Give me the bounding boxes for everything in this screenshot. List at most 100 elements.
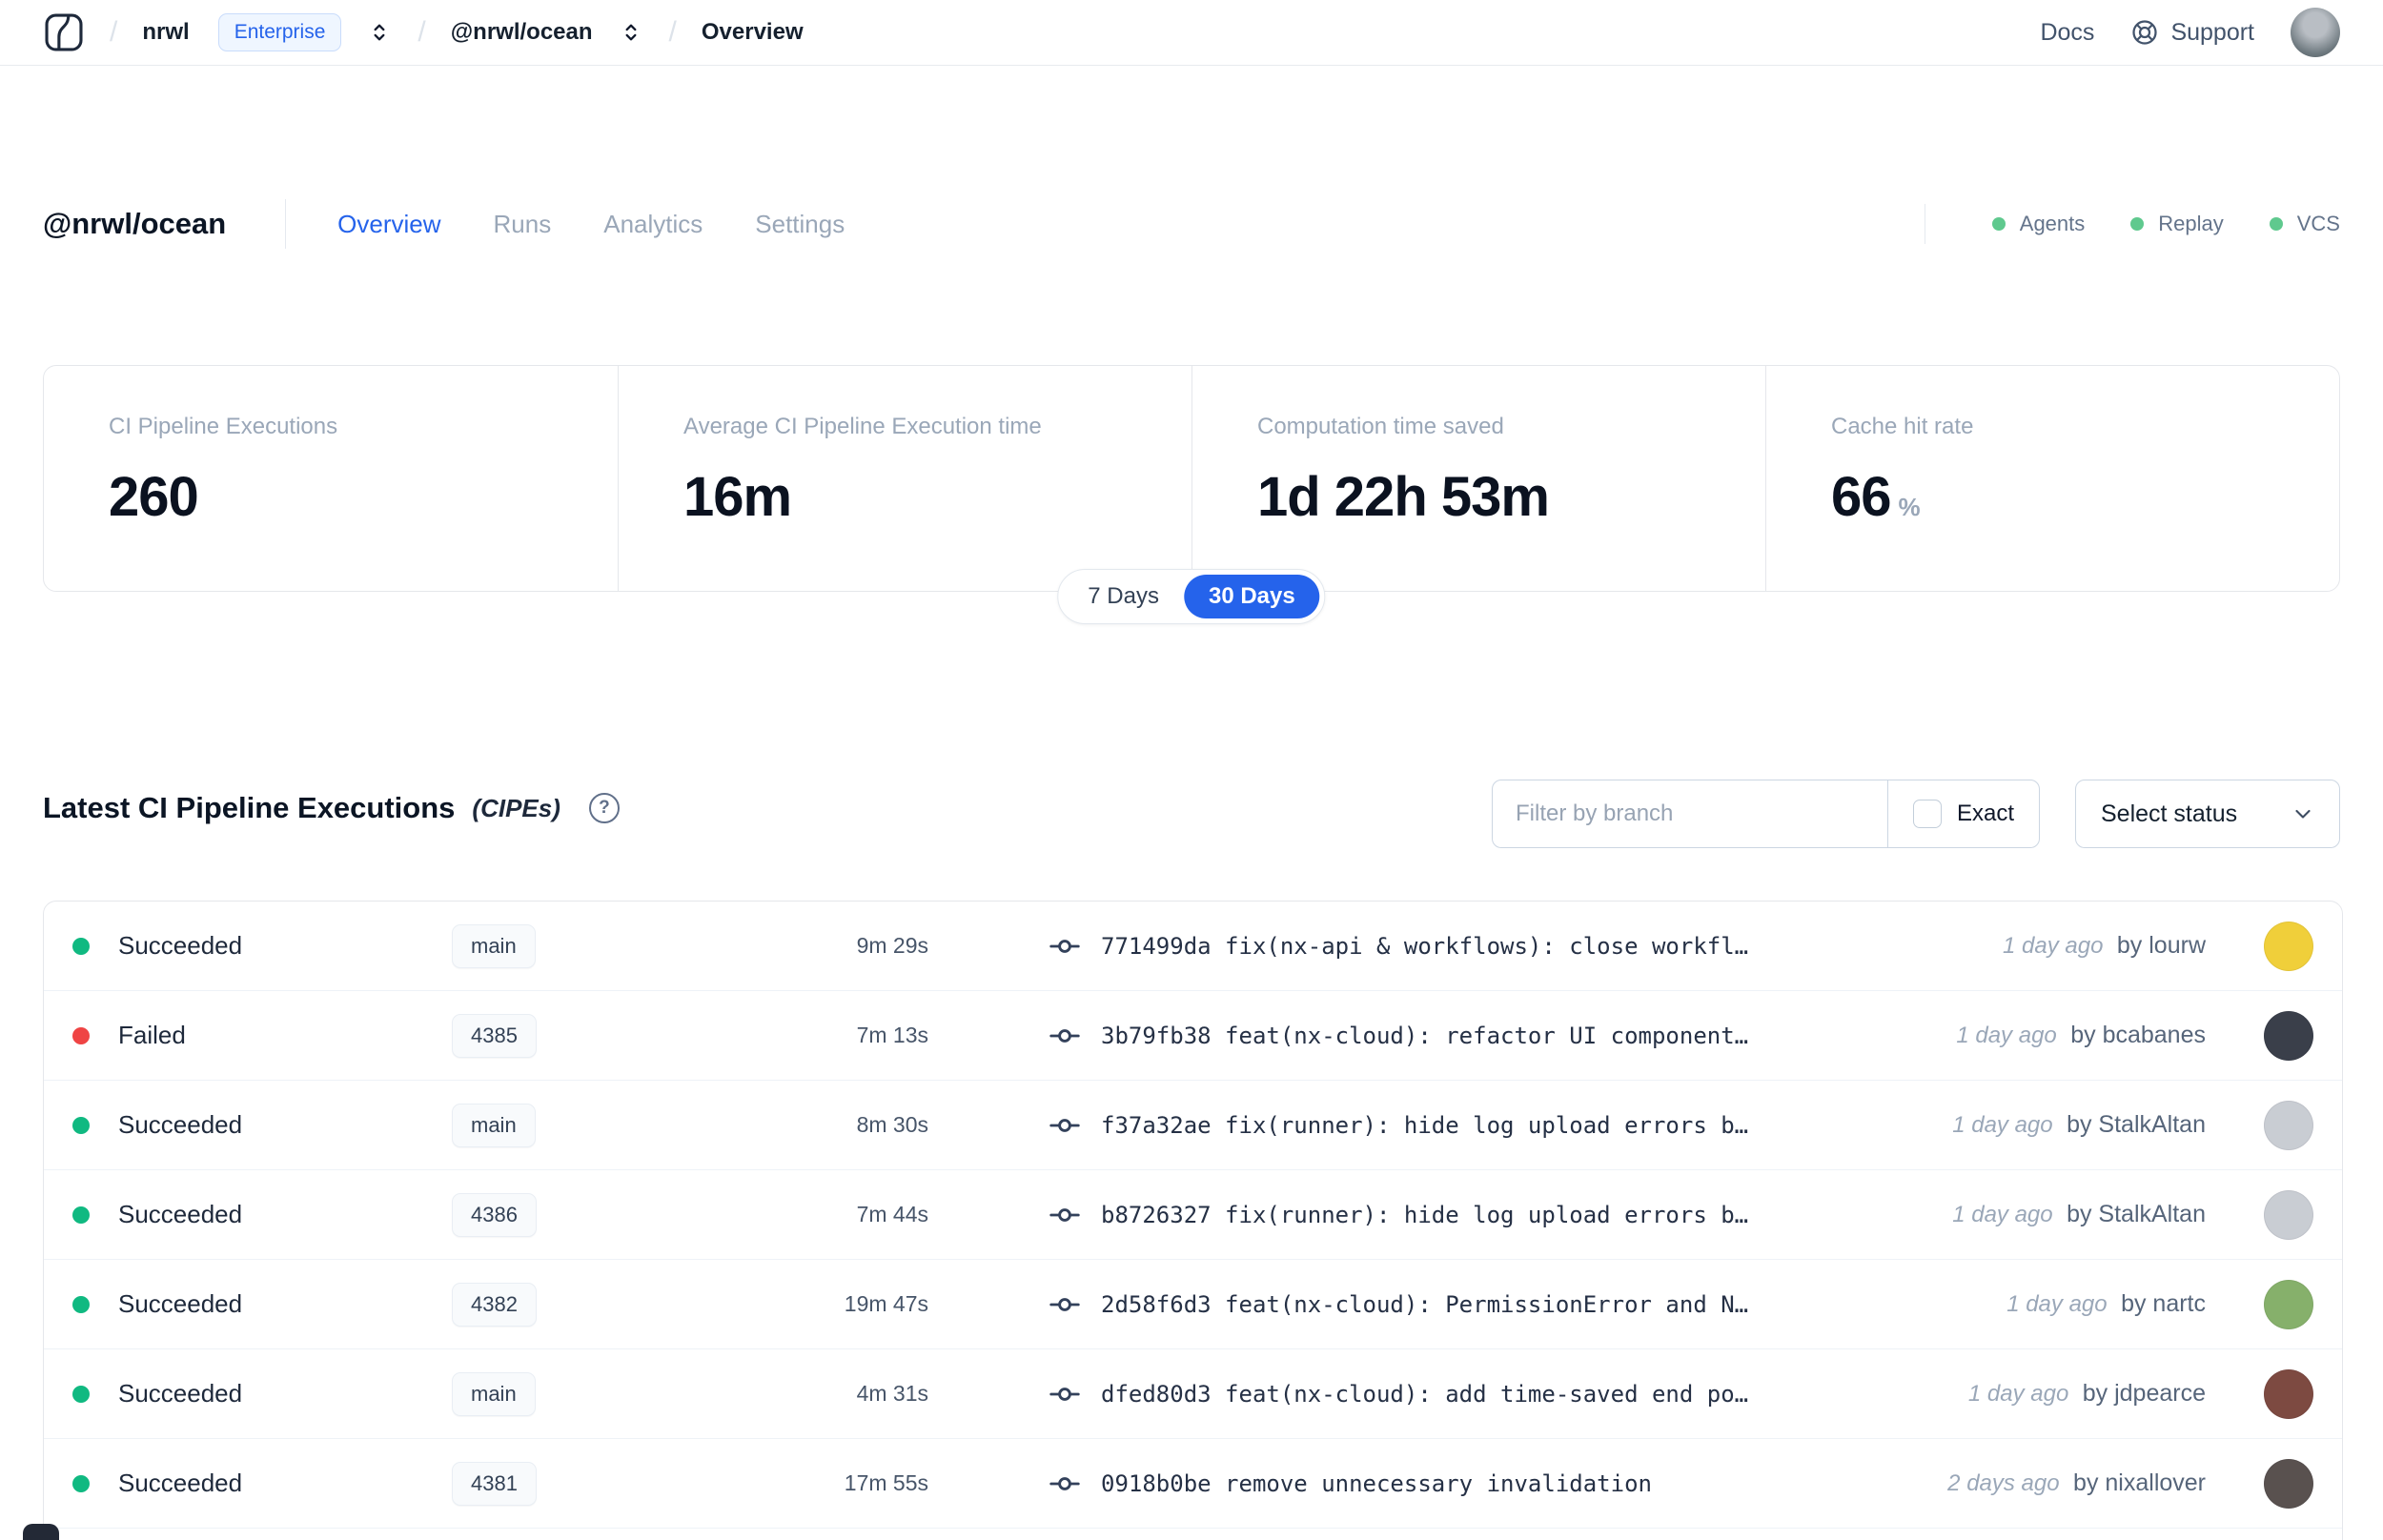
row-status: Succeeded (118, 1289, 243, 1318)
branch-chip[interactable]: 4381 (452, 1461, 537, 1506)
author: by jdpearce (2082, 1380, 2206, 1407)
workspace-header: @nrwl/ocean Overview Runs Analytics Sett… (43, 186, 2340, 262)
branch-chip[interactable]: 4382 (452, 1282, 537, 1327)
indicator-vcs[interactable]: VCS (2269, 212, 2340, 236)
author-avatar[interactable] (2264, 1010, 2313, 1061)
row-meta: 1 day ago by StalkAltan (1952, 1111, 2206, 1139)
row-commit[interactable]: f37a32ae fix(runner): hide log upload er… (928, 1108, 1952, 1143)
breadcrumb-separator: / (668, 16, 677, 48)
stat-value: 260 (109, 466, 199, 528)
row-duration: 8m 30s (856, 1112, 928, 1137)
tab-settings[interactable]: Settings (755, 210, 845, 239)
row-duration: 9m 29s (856, 933, 928, 958)
status-dot (72, 1385, 90, 1403)
table-row[interactable]: Succeeded main 8m 30s f37a32ae fix(runne… (44, 1081, 2342, 1170)
indicator-replay[interactable]: Replay (2130, 212, 2224, 236)
author-avatar[interactable] (2264, 1189, 2313, 1240)
branch-chip[interactable]: main (452, 923, 536, 968)
service-status-indicators: Agents Replay VCS (1924, 204, 2340, 244)
git-commit-icon (1049, 1207, 1080, 1222)
git-commit-icon (1049, 1028, 1080, 1043)
row-meta: 2 days ago by nixallover (1947, 1469, 2206, 1497)
chevron-down-icon (2295, 809, 2311, 819)
workspace-tabs: Overview Runs Analytics Settings (337, 210, 845, 239)
row-duration: 4m 31s (856, 1381, 928, 1406)
table-row[interactable]: Succeeded 4382 19m 47s 2d58f6d3 feat(nx-… (44, 1260, 2342, 1349)
author-avatar[interactable] (2264, 1279, 2313, 1329)
author-avatar[interactable] (2264, 1368, 2313, 1419)
row-commit[interactable]: b8726327 fix(runner): hide log upload er… (928, 1198, 1952, 1232)
author-avatar[interactable] (2264, 1100, 2313, 1150)
stats-cards: CI Pipeline Executions 260 Average CI Pi… (43, 365, 2340, 592)
time-ago: 1 day ago (1967, 1381, 2069, 1407)
docs-link[interactable]: Docs (2040, 19, 2094, 47)
branch-filter-input[interactable] (1493, 780, 1887, 847)
indicator-agents[interactable]: Agents (1991, 212, 2085, 236)
row-commit[interactable]: 771499da fix(nx-api & workflows): close … (928, 929, 2003, 963)
green-status-dot (2130, 217, 2145, 231)
green-status-dot (1991, 217, 2006, 231)
row-commit[interactable]: 0918b0be remove unnecessary invalidation (928, 1467, 1947, 1501)
author-avatar[interactable] (2264, 921, 2313, 971)
time-ago: 1 day ago (1952, 1202, 2053, 1227)
support-link[interactable]: Support (2130, 18, 2254, 47)
table-row[interactable]: Failed 4385 7m 13s 3b79fb38 feat(nx-clou… (44, 991, 2342, 1081)
git-commit-icon (1049, 939, 1080, 953)
table-row[interactable]: Succeeded main 4m 31s dfed80d3 feat(nx-c… (44, 1349, 2342, 1439)
commit-message: 3b79fb38 feat(nx-cloud): refactor UI com… (1101, 1022, 1749, 1049)
table-row[interactable]: Succeeded 4386 7m 44s b8726327 fix(runne… (44, 1170, 2342, 1260)
time-ago: 1 day ago (2006, 1291, 2108, 1317)
top-navbar: / nrwl Enterprise / @nrwl/ocean / Overvi… (0, 0, 2383, 66)
row-meta: 1 day ago by bcabanes (1956, 1022, 2206, 1049)
tab-runs[interactable]: Runs (494, 210, 552, 239)
row-status: Succeeded (118, 1200, 243, 1228)
page-title: @nrwl/ocean (43, 207, 227, 240)
tab-analytics[interactable]: Analytics (603, 210, 703, 239)
tab-overview[interactable]: Overview (337, 210, 440, 239)
row-meta: 1 day ago by nartc (2006, 1290, 2206, 1318)
support-label: Support (2170, 18, 2254, 46)
row-commit[interactable]: dfed80d3 feat(nx-cloud): add time-saved … (928, 1377, 1968, 1411)
git-commit-icon (1049, 1476, 1080, 1490)
stat-label: Average CI Pipeline Execution time (683, 414, 1042, 439)
exact-checkbox[interactable] (1912, 800, 1942, 828)
stat-value: 16m (683, 466, 792, 528)
branch-chip[interactable]: 4385 (452, 1013, 537, 1058)
nx-cloud-overview-page: / nrwl Enterprise / @nrwl/ocean / Overvi… (0, 0, 2383, 1540)
time-ago: 1 day ago (2003, 933, 2104, 959)
commit-message: 771499da fix(nx-api & workflows): close … (1101, 932, 1749, 960)
row-commit[interactable]: 2d58f6d3 feat(nx-cloud): PermissionError… (928, 1287, 2006, 1322)
row-status: Succeeded (118, 931, 243, 960)
toggle-7-days[interactable]: 7 Days (1063, 575, 1184, 618)
green-status-dot (2269, 217, 2283, 231)
exact-match-toggle[interactable]: Exact (1886, 780, 2039, 847)
author-avatar[interactable] (2264, 1458, 2313, 1509)
branch-chip[interactable]: main (452, 1371, 536, 1416)
branch-chip[interactable]: main (452, 1103, 536, 1147)
status-select-dropdown[interactable]: Select status (2075, 780, 2340, 848)
nx-cloud-logo-icon[interactable] (43, 11, 85, 53)
workspace-switcher-chevrons-icon[interactable] (618, 19, 644, 46)
org-switcher-chevrons-icon[interactable] (366, 19, 393, 46)
row-duration: 17m 55s (844, 1470, 928, 1495)
breadcrumb-separator: / (418, 16, 426, 48)
commit-message: dfed80d3 feat(nx-cloud): add time-saved … (1101, 1380, 1749, 1408)
stat-unit: % (1898, 493, 1921, 521)
breadcrumb-org[interactable]: nrwl (142, 19, 189, 46)
author: by StalkAltan (2067, 1201, 2206, 1227)
branch-chip[interactable]: 4386 (452, 1192, 537, 1237)
section-title-suffix: (CIPEs) (472, 793, 560, 822)
table-row[interactable]: Succeeded 4381 17m 55s 0918b0be remove u… (44, 1439, 2342, 1529)
toggle-30-days[interactable]: 30 Days (1183, 575, 1320, 618)
partial-floating-button[interactable] (23, 1524, 59, 1540)
stat-label: Computation time saved (1257, 414, 1504, 439)
stat-cache-hit-rate: Cache hit rate 66% (1765, 366, 2339, 591)
row-duration: 7m 44s (856, 1202, 928, 1226)
date-range-toggle: 7 Days 30 Days (1057, 569, 1326, 624)
author: by bcabanes (2070, 1022, 2206, 1048)
user-avatar[interactable] (2291, 8, 2340, 57)
row-commit[interactable]: 3b79fb38 feat(nx-cloud): refactor UI com… (928, 1019, 1956, 1053)
breadcrumb-workspace[interactable]: @nrwl/ocean (451, 19, 593, 46)
table-row[interactable]: Succeeded main 9m 29s 771499da fix(nx-ap… (44, 902, 2342, 991)
help-icon[interactable]: ? (588, 793, 620, 823)
